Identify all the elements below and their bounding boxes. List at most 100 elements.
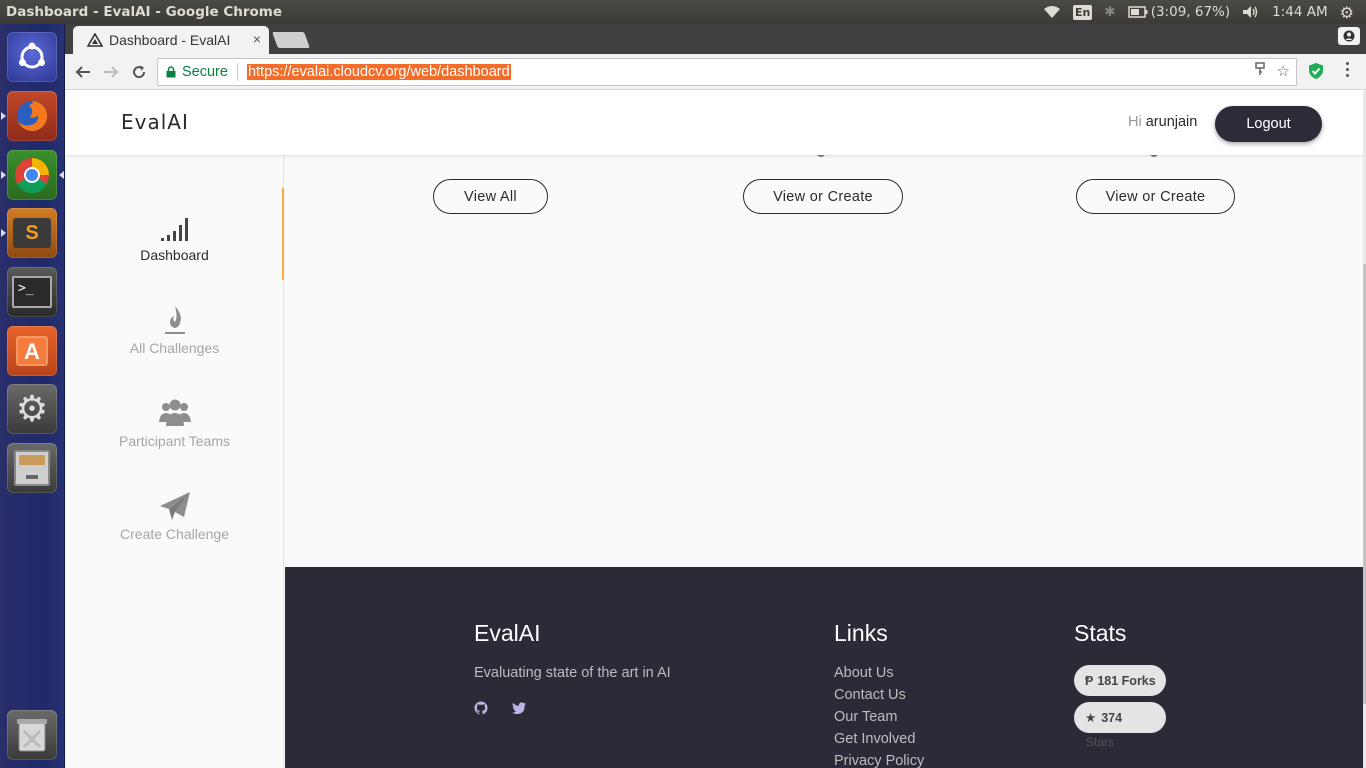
battery-indicator[interactable]: (3:09, 67%) bbox=[1127, 4, 1231, 20]
signal-bars-icon bbox=[160, 218, 188, 241]
firefox-icon bbox=[17, 100, 48, 131]
keyboard-layout-indicator[interactable]: En bbox=[1073, 4, 1093, 20]
back-button[interactable] bbox=[71, 60, 95, 84]
footer-link-privacy-policy[interactable]: Privacy Policy bbox=[834, 753, 924, 768]
users-icon bbox=[158, 399, 191, 426]
dashboard-sidebar: Dashboard All Challenges Participant Tea… bbox=[65, 155, 284, 768]
sublime-text-launcher[interactable]: S bbox=[1, 208, 57, 258]
settings-gear-icon: ⚙ bbox=[15, 388, 49, 429]
window-title: Dashboard - EvalAI - Google Chrome bbox=[6, 4, 283, 20]
url-text[interactable]: https://evalai.cloudcv.org/web/dashboard bbox=[246, 64, 511, 80]
back-arrow-icon bbox=[75, 66, 90, 78]
battery-text: (3:09, 67%) bbox=[1150, 4, 1231, 20]
browser-window: Dashboard - EvalAI × Secure https://eval… bbox=[65, 24, 1366, 768]
tab-close-button[interactable]: × bbox=[253, 31, 261, 47]
file-cabinet-icon bbox=[14, 450, 50, 486]
wifi-icon[interactable] bbox=[1043, 5, 1061, 19]
secure-indicator[interactable]: Secure bbox=[166, 64, 228, 80]
ubuntu-launcher: S >_ A ⚙ bbox=[0, 24, 65, 768]
sidebar-item-all-challenges[interactable]: All Challenges bbox=[65, 303, 284, 356]
ubuntu-logo-icon bbox=[19, 42, 45, 69]
sidebar-item-create-challenge[interactable]: Create Challenge bbox=[65, 489, 284, 542]
stars-caption: Stars bbox=[1086, 735, 1115, 749]
system-settings-launcher[interactable]: ⚙ bbox=[7, 384, 57, 434]
paper-plane-icon bbox=[159, 492, 190, 520]
reload-icon bbox=[133, 65, 146, 79]
tab-strip: Dashboard - EvalAI × bbox=[65, 24, 1366, 54]
footer-links-column: Links About Us Contact Us Our Team Get I… bbox=[834, 620, 924, 768]
dashboard-content: View All View or Create View or Create bbox=[285, 144, 1363, 503]
browser-tab[interactable]: Dashboard - EvalAI × bbox=[73, 26, 269, 54]
footer-stats-heading: Stats bbox=[1074, 620, 1127, 646]
logout-button[interactable]: Logout bbox=[1215, 106, 1322, 142]
view-or-create-challenge-button[interactable]: View or Create bbox=[1076, 179, 1235, 214]
chrome-menu-icon[interactable] bbox=[1344, 62, 1350, 77]
battery-icon bbox=[1127, 6, 1148, 18]
trash-launcher[interactable] bbox=[7, 710, 57, 760]
sidebar-item-label: Dashboard bbox=[140, 247, 209, 263]
key-icon[interactable] bbox=[1254, 62, 1265, 80]
stars-count: 374 bbox=[1101, 710, 1123, 725]
footer-link-about-us[interactable]: About Us bbox=[834, 665, 924, 681]
power-gear-icon[interactable]: ⚙ bbox=[1340, 3, 1354, 22]
view-all-challenges-button[interactable]: View All bbox=[433, 179, 548, 214]
terminal-launcher[interactable]: >_ bbox=[7, 267, 57, 317]
secure-label: Secure bbox=[182, 64, 228, 80]
github-stars-badge[interactable]: ★ 374 bbox=[1074, 702, 1166, 733]
profile-icon[interactable] bbox=[1338, 27, 1360, 45]
site-footer: EvalAI Evaluating state of the art in AI… bbox=[285, 567, 1363, 768]
forward-button[interactable] bbox=[99, 60, 123, 84]
software-center-launcher[interactable]: A bbox=[7, 326, 57, 376]
system-tray: En ✱ (3:09, 67%) 1:44 AM ⚙ bbox=[1043, 0, 1366, 24]
clock[interactable]: 1:44 AM bbox=[1272, 4, 1328, 20]
flame-icon bbox=[164, 306, 185, 334]
evalai-favicon-icon bbox=[87, 33, 103, 47]
ubuntu-dash-launcher[interactable] bbox=[7, 32, 57, 82]
github-icon[interactable] bbox=[474, 701, 488, 720]
chrome-icon bbox=[15, 158, 49, 193]
fork-icon: Ᵽ bbox=[1085, 673, 1094, 688]
bluetooth-icon[interactable]: ✱ bbox=[1104, 4, 1115, 20]
evalai-logo[interactable]: EvalAI bbox=[121, 110, 189, 134]
twitter-icon[interactable] bbox=[512, 701, 526, 720]
shopping-bag-icon: A bbox=[16, 336, 48, 366]
new-tab-button[interactable] bbox=[272, 32, 310, 48]
trash-icon bbox=[17, 719, 47, 752]
sidebar-item-dashboard[interactable]: Dashboard bbox=[65, 210, 284, 263]
footer-brand: EvalAI bbox=[474, 620, 541, 646]
address-bar[interactable]: Secure https://evalai.cloudcv.org/web/da… bbox=[157, 58, 1297, 86]
footer-link-our-team[interactable]: Our Team bbox=[834, 709, 924, 725]
extension-shield-icon[interactable] bbox=[1308, 62, 1324, 85]
forward-arrow-icon bbox=[104, 66, 119, 78]
forks-count: 181 Forks bbox=[1097, 673, 1156, 688]
omnibox-divider bbox=[236, 63, 238, 81]
site-header: EvalAI Hi arunjain Logout bbox=[65, 90, 1363, 155]
footer-stats-column: Stats Ᵽ 181 Forks ★ 374 Stars bbox=[1074, 620, 1166, 749]
web-page: EvalAI Hi arunjain Logout Dashboard All … bbox=[65, 90, 1363, 768]
github-forks-badge[interactable]: Ᵽ 181 Forks bbox=[1074, 665, 1166, 696]
username[interactable]: arunjain bbox=[1146, 114, 1198, 130]
sidebar-item-label: Create Challenge bbox=[120, 526, 229, 542]
footer-link-contact-us[interactable]: Contact Us bbox=[834, 687, 924, 703]
view-or-create-teams-button[interactable]: View or Create bbox=[743, 179, 903, 214]
footer-links-heading: Links bbox=[834, 620, 888, 646]
tab-title: Dashboard - EvalAI bbox=[109, 32, 231, 48]
footer-link-get-involved[interactable]: Get Involved bbox=[834, 731, 924, 747]
lock-icon bbox=[166, 66, 176, 78]
greeting-prefix: Hi bbox=[1128, 114, 1142, 130]
sidebar-item-label: All Challenges bbox=[129, 340, 220, 356]
reload-button[interactable] bbox=[127, 60, 151, 84]
bookmark-star-icon[interactable]: ☆ bbox=[1277, 62, 1290, 80]
os-top-panel: Dashboard - EvalAI - Google Chrome En ✱ … bbox=[0, 0, 1366, 24]
footer-tagline: Evaluating state of the art in AI bbox=[474, 665, 671, 681]
sidebar-item-participant-teams[interactable]: Participant Teams bbox=[65, 396, 284, 449]
firefox-launcher[interactable] bbox=[1, 91, 57, 141]
chrome-launcher[interactable] bbox=[1, 150, 64, 200]
terminal-icon: >_ bbox=[12, 276, 52, 308]
volume-icon[interactable] bbox=[1242, 5, 1260, 19]
star-icon: ★ bbox=[1085, 711, 1097, 725]
omnibox-actions: ☆ bbox=[1254, 62, 1290, 80]
footer-brand-column: EvalAI Evaluating state of the art in AI bbox=[474, 620, 671, 720]
file-cabinet-launcher[interactable] bbox=[7, 443, 57, 493]
social-links bbox=[474, 701, 671, 720]
